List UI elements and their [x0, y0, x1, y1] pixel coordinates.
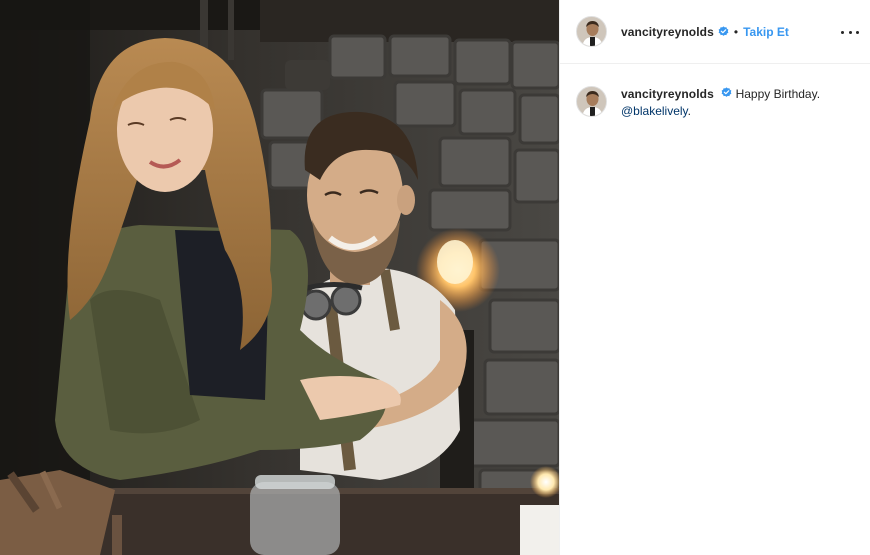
author-avatar[interactable]	[576, 16, 607, 47]
post-photo[interactable]	[0, 0, 559, 555]
post-photo-image	[0, 0, 559, 555]
verified-badge-icon	[721, 87, 732, 98]
more-dot	[856, 30, 859, 34]
header-user-line: vancityreynolds • Takip Et	[621, 25, 789, 39]
verified-badge-icon	[718, 26, 729, 37]
caption-comment: vancityreynolds Happy Birthday. @blakeli…	[576, 86, 861, 120]
caption-trailing: .	[687, 104, 691, 118]
author-username[interactable]: vancityreynolds	[621, 25, 714, 39]
post-header: vancityreynolds • Takip Et	[560, 0, 870, 64]
caption-author-avatar[interactable]	[576, 86, 607, 117]
caption-mention-link[interactable]: @blakelively	[621, 104, 688, 118]
separator-dot: •	[733, 24, 739, 39]
caption-username[interactable]: vancityreynolds	[621, 87, 714, 101]
more-dot	[841, 30, 844, 34]
avatar-image	[577, 17, 606, 46]
caption-text: Happy Birthday.	[735, 87, 821, 101]
avatar-image	[577, 87, 606, 116]
post-side-panel: vancityreynolds • Takip Et vancityreynol…	[559, 0, 870, 555]
more-options-icon[interactable]	[841, 24, 859, 40]
follow-button[interactable]: Takip Et	[743, 25, 789, 39]
more-dot	[848, 30, 852, 34]
caption-text-block: vancityreynolds Happy Birthday. @blakeli…	[621, 86, 820, 120]
